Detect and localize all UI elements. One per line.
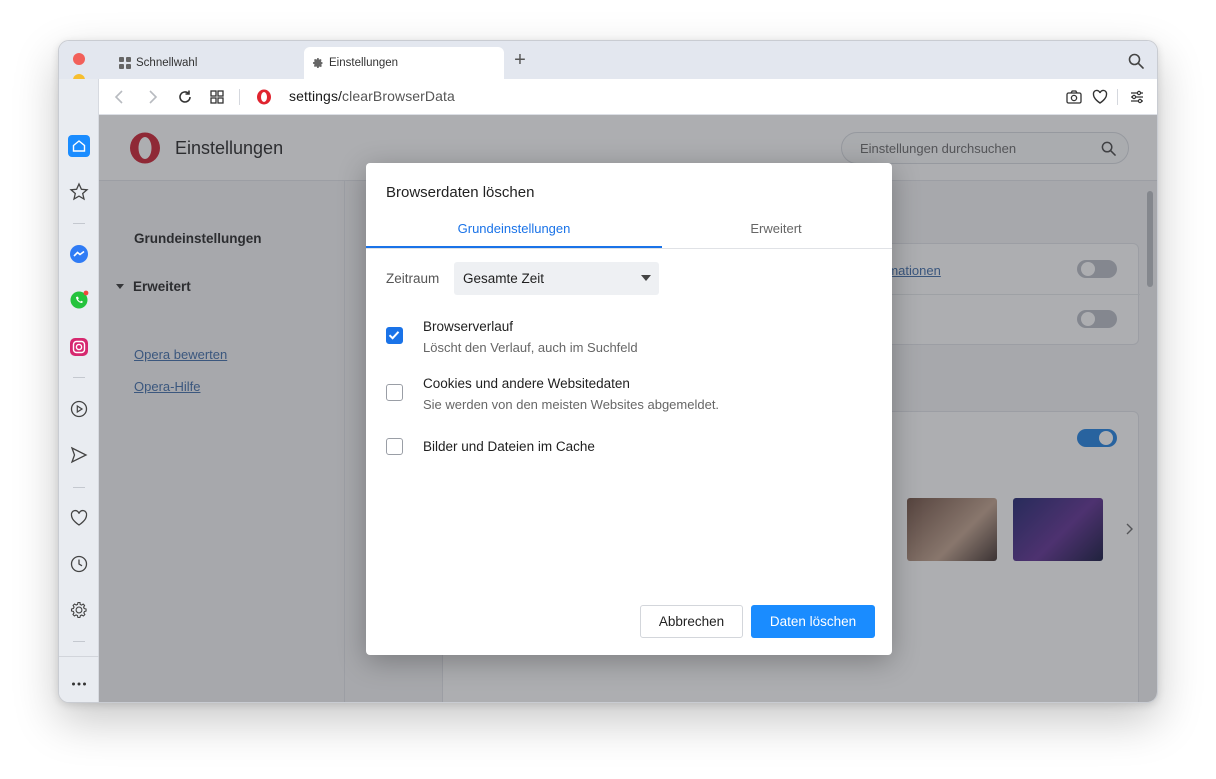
clear-browsing-data-dialog: Browserdaten löschen Grundeinstellungen … xyxy=(366,163,892,655)
option-title: Cookies und andere Websitedaten xyxy=(423,376,630,391)
player-icon[interactable] xyxy=(68,398,90,420)
sidebar-divider xyxy=(73,377,85,378)
tab-basic[interactable]: Grundeinstellungen xyxy=(366,221,662,236)
gear-icon xyxy=(312,57,324,69)
opera-logo-icon[interactable] xyxy=(255,88,273,106)
tab-search-icon[interactable] xyxy=(1128,53,1144,69)
camera-icon[interactable] xyxy=(1065,88,1083,106)
time-range-value: Gesamte Zeit xyxy=(463,271,545,286)
heart-icon[interactable] xyxy=(1091,88,1109,106)
more-icon[interactable] xyxy=(68,673,90,695)
reload-icon[interactable] xyxy=(176,88,194,106)
tab-grid-icon[interactable] xyxy=(208,88,226,106)
option-subtitle: Löscht den Verlauf, auch im Suchfeld xyxy=(423,340,638,355)
whatsapp-icon[interactable] xyxy=(68,289,90,311)
close-window-button[interactable] xyxy=(73,53,85,65)
star-icon[interactable] xyxy=(68,181,90,203)
cancel-button[interactable]: Abbrechen xyxy=(640,605,743,638)
sidebar xyxy=(59,79,99,702)
address-bar: settings/clearBrowserData xyxy=(99,79,1157,115)
sidebar-bottom-divider xyxy=(59,656,99,657)
toolbar-divider xyxy=(239,89,240,105)
time-range-label: Zeitraum xyxy=(386,271,440,286)
messenger-icon[interactable] xyxy=(68,243,90,265)
option-subtitle: Sie werden von den meisten Websites abge… xyxy=(423,397,720,412)
settings-icon[interactable] xyxy=(68,599,90,621)
home-icon[interactable] xyxy=(68,135,90,157)
chevron-down-icon xyxy=(641,275,651,281)
back-icon[interactable] xyxy=(111,88,129,106)
tab-label: Schnellwahl xyxy=(136,57,198,69)
forward-icon[interactable] xyxy=(143,88,161,106)
speed-dial-grid-icon xyxy=(119,57,131,69)
url-field[interactable]: settings/clearBrowserData xyxy=(289,88,455,104)
clear-data-button[interactable]: Daten löschen xyxy=(751,605,875,638)
new-tab-button[interactable]: + xyxy=(511,50,529,70)
checkbox-cache[interactable] xyxy=(386,438,403,455)
checkbox-cookies[interactable] xyxy=(386,384,403,401)
url-prefix: settings/ xyxy=(289,88,343,104)
tab-strip: Schnellwahl Einstellungen + xyxy=(59,41,1157,109)
history-icon[interactable] xyxy=(68,553,90,575)
tab-speed-dial[interactable]: Schnellwahl xyxy=(109,47,303,79)
checkbox-history[interactable] xyxy=(386,327,403,344)
tab-label: Einstellungen xyxy=(329,57,399,69)
active-tab-indicator xyxy=(366,246,662,248)
time-range-select[interactable]: Gesamte Zeit xyxy=(454,262,659,295)
tab-advanced[interactable]: Erweitert xyxy=(628,221,924,236)
option-title: Browserverlauf xyxy=(423,319,514,334)
dialog-tabs: Grundeinstellungen Erweitert xyxy=(366,213,892,249)
instagram-icon[interactable] xyxy=(68,336,90,358)
easy-setup-icon[interactable] xyxy=(1128,88,1146,106)
toolbar-divider xyxy=(1117,89,1118,105)
sidebar-divider xyxy=(73,223,85,224)
sidebar-divider xyxy=(73,641,85,642)
dialog-title: Browserdaten löschen xyxy=(386,184,535,201)
heart-icon[interactable] xyxy=(68,507,90,529)
option-title: Bilder und Dateien im Cache xyxy=(423,439,595,454)
sidebar-divider xyxy=(73,487,85,488)
send-icon[interactable] xyxy=(68,444,90,466)
url-path: clearBrowserData xyxy=(342,88,455,104)
tab-settings[interactable]: Einstellungen xyxy=(304,47,504,79)
